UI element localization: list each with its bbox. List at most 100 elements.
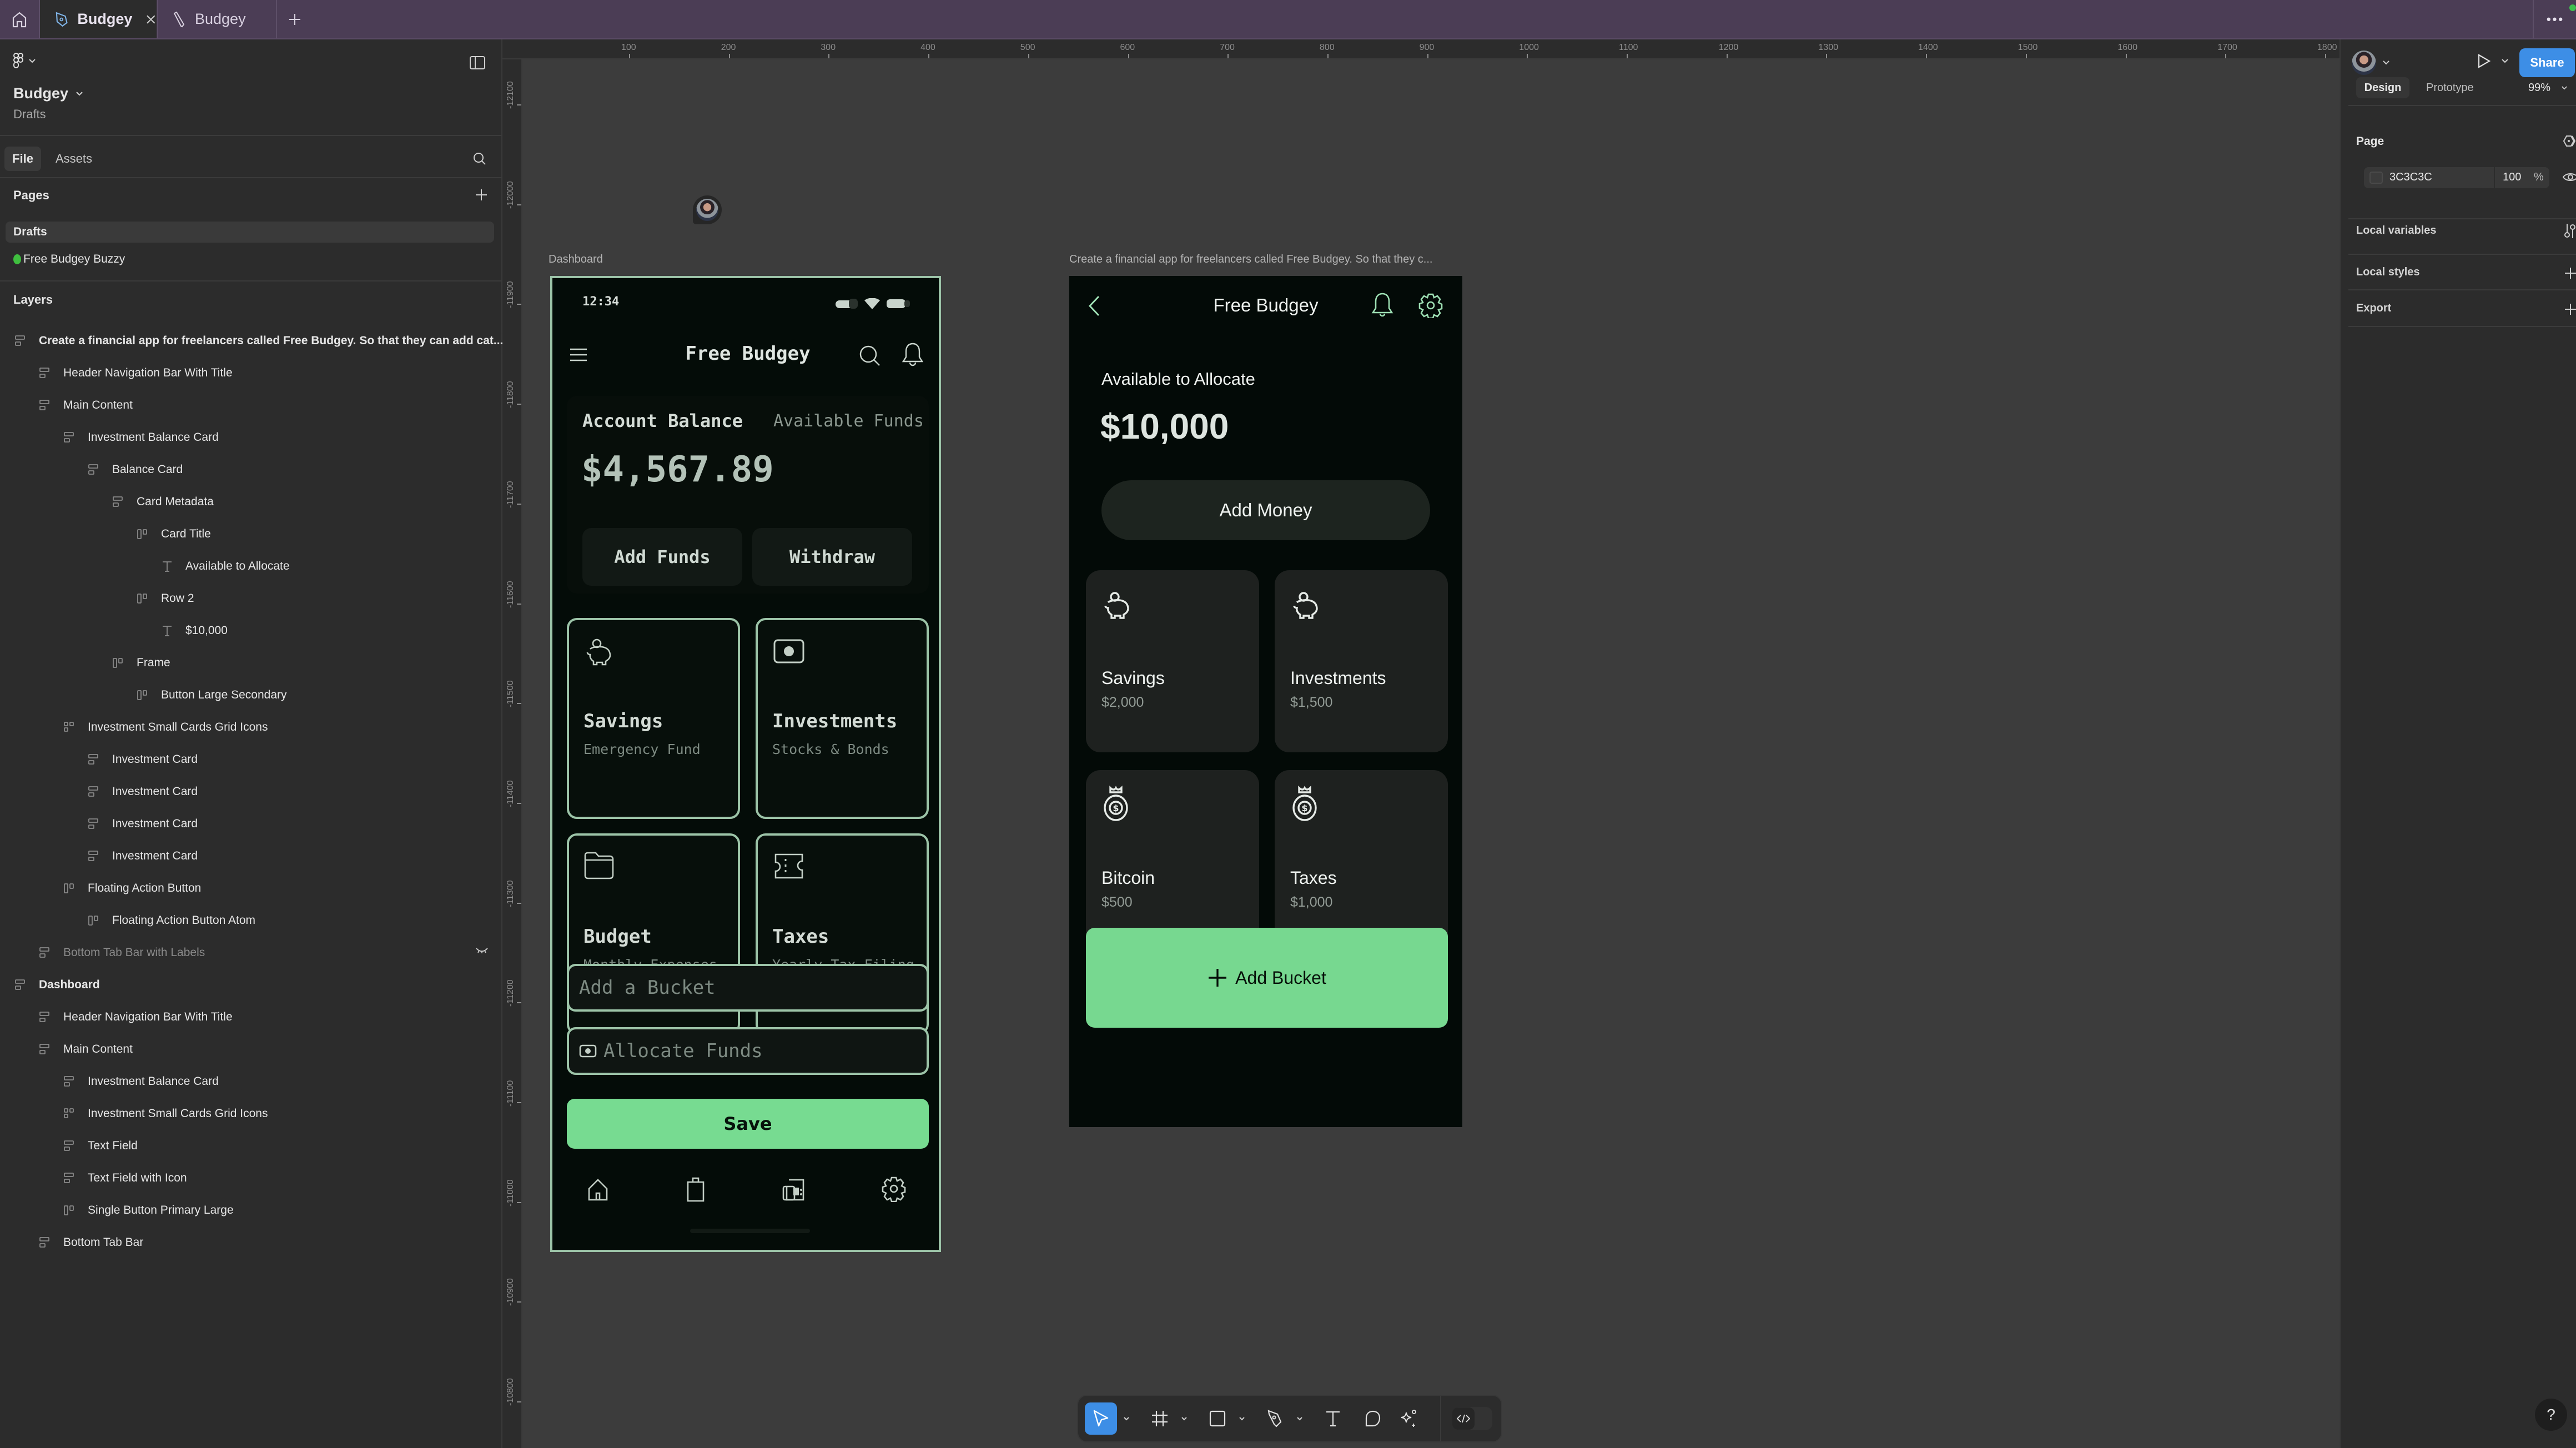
tab-assets[interactable]: Assets — [56, 147, 92, 171]
layer-item[interactable]: Header Navigation Bar With Title — [0, 357, 500, 389]
add-bucket-field[interactable]: Add a Bucket — [567, 964, 929, 1012]
layer-item[interactable]: Main Content — [0, 389, 500, 421]
chevron-down-icon[interactable] — [1180, 1415, 1188, 1422]
bucket-card-investments[interactable]: Investments $1,500 — [1275, 570, 1448, 752]
tab-home[interactable] — [587, 1178, 609, 1202]
layer-item[interactable]: Bottom Tab Bar with Labels — [0, 937, 500, 969]
frame-label-allocate[interactable]: Create a financial app for freelancers c… — [1069, 253, 1432, 266]
opacity-value[interactable]: 100 — [2503, 171, 2521, 184]
hidden-eye-icon[interactable] — [476, 948, 488, 953]
present-button[interactable] — [2477, 54, 2508, 68]
tab-prototype[interactable]: Prototype — [2426, 77, 2474, 98]
frame-tool[interactable] — [1146, 1402, 1174, 1435]
chevron-down-icon[interactable] — [1238, 1415, 1246, 1422]
home-tab[interactable] — [0, 0, 39, 38]
tab-shopping[interactable] — [686, 1175, 706, 1202]
layer-item[interactable]: Button Large Secondary — [0, 679, 500, 711]
add-local-style-button[interactable] — [2564, 267, 2576, 279]
tab-file[interactable]: File — [4, 147, 41, 171]
layer-item[interactable]: Investment Balance Card — [0, 421, 500, 454]
new-tab-button[interactable] — [284, 0, 305, 38]
tab-budgey[interactable]: Budgey — [158, 0, 276, 38]
layer-item[interactable]: Investment Balance Card — [0, 1065, 500, 1098]
user-menu[interactable] — [2352, 51, 2389, 75]
color-hex[interactable]: 3C3C3C — [2389, 171, 2432, 184]
layer-item[interactable]: Create a financial app for freelancers c… — [0, 325, 503, 357]
layer-item[interactable]: Card Title — [0, 518, 500, 550]
tab-settings[interactable] — [881, 1175, 907, 1202]
main-menu-button[interactable] — [13, 53, 36, 69]
settings-button[interactable] — [1418, 293, 1443, 318]
layer-item[interactable]: Available to Allocate — [0, 550, 500, 582]
file-location[interactable]: Drafts — [13, 107, 46, 122]
add-funds-button[interactable]: Add Funds — [582, 528, 742, 586]
close-icon[interactable] — [145, 14, 157, 25]
layer-item[interactable]: Investment Card — [0, 840, 500, 872]
tab-design[interactable]: Design — [2356, 77, 2409, 98]
category-card-investments[interactable]: Investments Stocks & Bonds — [756, 618, 929, 819]
layer-item[interactable]: Investment Card — [0, 776, 500, 808]
tab-wallet[interactable] — [782, 1178, 807, 1202]
layer-item[interactable]: Single Button Primary Large — [0, 1194, 500, 1226]
category-card-savings[interactable]: Savings Emergency Fund — [567, 618, 740, 819]
help-button[interactable]: ? — [2535, 1399, 2567, 1431]
layer-item[interactable]: $10,000 — [0, 615, 500, 647]
layer-item[interactable]: Header Navigation Bar With Title — [0, 1001, 500, 1033]
layer-item[interactable]: Dashboard — [0, 969, 500, 1001]
local-variables-button[interactable] — [2564, 223, 2576, 239]
text-tool[interactable] — [1319, 1402, 1347, 1435]
page-item-drafts[interactable]: Drafts — [6, 222, 494, 243]
layer-item[interactable]: Bottom Tab Bar — [0, 1226, 500, 1259]
ai-tool[interactable] — [1395, 1402, 1422, 1435]
withdraw-button[interactable]: Withdraw — [752, 528, 912, 586]
layer-item[interactable]: Investment Small Cards Grid Icons — [0, 711, 500, 743]
page-item-free-budgey-buzzy[interactable]: Free Budgey Buzzy — [13, 248, 125, 270]
add-page-button[interactable] — [475, 189, 487, 201]
layer-item[interactable]: Text Field — [0, 1130, 500, 1162]
styles-toggle[interactable] — [2563, 135, 2576, 147]
file-name[interactable]: Budgey — [13, 85, 83, 102]
share-button[interactable]: Share — [2519, 48, 2575, 77]
frame-label-dashboard[interactable]: Dashboard — [549, 253, 603, 266]
add-export-button[interactable] — [2564, 303, 2576, 315]
layer-item[interactable]: Frame — [0, 647, 500, 679]
search-button[interactable] — [859, 345, 881, 367]
layer-item[interactable]: Balance Card — [0, 454, 500, 486]
allocate-frame[interactable]: Free Budgey Available to Allocate $10,00… — [1069, 276, 1462, 1127]
chevron-down-icon[interactable] — [1123, 1415, 1130, 1422]
bucket-card-bitcoin[interactable]: $ Bitcoin $500 — [1086, 770, 1259, 952]
bucket-card-taxes[interactable]: $ Taxes $1,000 — [1275, 770, 1448, 952]
tab-budgey-active[interactable]: Budgey — [40, 0, 157, 38]
page-color-field[interactable]: 3C3C3C 100 % — [2364, 167, 2549, 188]
search-layers-button[interactable] — [473, 152, 486, 165]
notifications-button[interactable] — [1371, 291, 1393, 318]
visibility-toggle[interactable] — [2563, 172, 2576, 183]
chevron-down-icon[interactable] — [1296, 1415, 1304, 1422]
bucket-card-savings[interactable]: Savings $2,000 — [1086, 570, 1259, 752]
local-variables-label[interactable]: Local variables — [2356, 224, 2437, 237]
layer-item[interactable]: Card Metadata — [0, 486, 500, 518]
add-money-button[interactable]: Add Money — [1101, 480, 1430, 540]
notifications-button[interactable] — [902, 341, 923, 367]
layer-item[interactable]: Floating Action Button — [0, 872, 500, 904]
save-button[interactable]: Save — [567, 1099, 929, 1149]
available-funds-label[interactable]: Available Funds — [773, 411, 924, 431]
layer-item[interactable]: Floating Action Button Atom — [0, 904, 500, 937]
layer-item[interactable]: Row 2 — [0, 582, 500, 615]
layer-item[interactable]: Investment Card — [0, 808, 500, 840]
dev-mode-toggle[interactable] — [1452, 1407, 1492, 1430]
more-menu-button[interactable]: ••• — [2537, 0, 2574, 38]
comment-tool[interactable] — [1359, 1402, 1387, 1435]
layer-item[interactable]: Main Content — [0, 1033, 500, 1065]
layer-item[interactable]: Text Field with Icon — [0, 1162, 500, 1194]
rectangle-tool[interactable] — [1204, 1402, 1231, 1435]
allocate-funds-field[interactable]: Allocate Funds — [567, 1027, 929, 1075]
color-swatch[interactable] — [2369, 172, 2383, 184]
layer-item[interactable]: Investment Small Cards Grid Icons — [0, 1098, 500, 1130]
dashboard-frame[interactable]: 12:34 Free Budgey Account Balance Availa… — [550, 276, 941, 1252]
layer-item[interactable]: Investment Card — [0, 743, 500, 776]
pen-tool[interactable] — [1261, 1402, 1289, 1435]
move-tool[interactable] — [1085, 1402, 1117, 1435]
add-bucket-button[interactable]: Add Bucket — [1086, 928, 1448, 1028]
toggle-sidebar-button[interactable] — [470, 56, 485, 69]
